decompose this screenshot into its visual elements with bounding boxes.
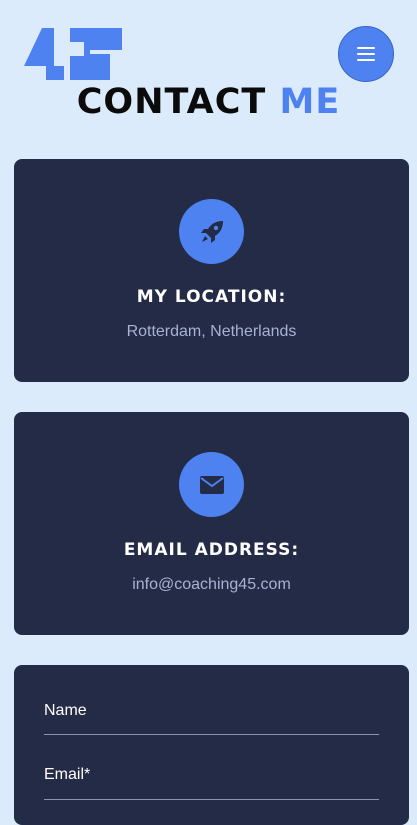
email-field[interactable] [44, 799, 379, 800]
email-field-label: Email* [44, 766, 91, 783]
rocket-icon [200, 220, 223, 243]
location-heading: MY LOCATION: [136, 287, 287, 307]
email-card: EMAIL ADDRESS: info@coaching45.com [14, 412, 409, 635]
email-heading: EMAIL ADDRESS: [123, 540, 300, 560]
hamburger-icon [357, 47, 375, 61]
location-value: Rotterdam, Netherlands [126, 323, 297, 340]
page-title-main: CONTACT [76, 82, 267, 122]
coaching45-logo-icon [24, 28, 122, 80]
name-field[interactable] [44, 734, 379, 735]
location-card: MY LOCATION: Rotterdam, Netherlands [14, 159, 409, 382]
menu-button[interactable] [338, 26, 394, 82]
email-value[interactable]: info@coaching45.com [14, 575, 409, 595]
name-field-label: Name [44, 702, 87, 719]
location-icon-circle [179, 199, 244, 264]
page-title: CONTACT ME [0, 82, 417, 122]
contact-form-card: Name Email* [14, 665, 409, 825]
logo[interactable] [24, 26, 124, 82]
page-title-accent: ME [279, 82, 341, 122]
envelope-icon [199, 475, 224, 494]
email-icon-circle [179, 452, 244, 517]
